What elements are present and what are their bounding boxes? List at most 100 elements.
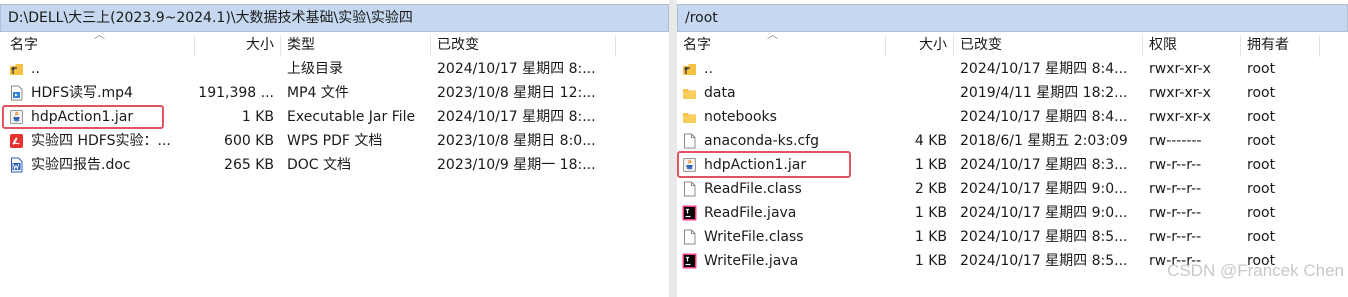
intellij-java-icon bbox=[682, 253, 697, 269]
file-owner: root bbox=[1247, 157, 1276, 173]
local-column-header: 名字 ︿ 大小 类型 已改变 bbox=[0, 29, 669, 57]
remote-file-pane: /root 名字 ︿ 大小 已改变 权限 拥有者 .. 2024/10/17 星期… bbox=[677, 0, 1348, 297]
file-size: 1 KB bbox=[914, 157, 947, 173]
file-owner: root bbox=[1247, 229, 1276, 245]
column-size-header[interactable]: 大小 bbox=[885, 33, 947, 57]
file-row[interactable]: data 2019/4/11 星期四 18:2... rwxr-xr-x root bbox=[677, 81, 1348, 105]
file-row[interactable]: anaconda-ks.cfg 4 KB 2018/6/1 星期五 2:03:09 r… bbox=[677, 129, 1348, 153]
file-modified: 2024/10/17 星期四 9:0... bbox=[960, 205, 1128, 221]
file-size: 191,398 ... bbox=[198, 85, 274, 101]
file-row[interactable]: .. 2024/10/17 星期四 8:4... rwxr-xr-x root bbox=[677, 57, 1348, 81]
highlight-box bbox=[677, 151, 851, 178]
file-permissions: rw------- bbox=[1149, 133, 1202, 149]
file-name: HDFS读写.mp4 bbox=[31, 85, 133, 101]
file-modified: 2024/10/17 星期四 8:4... bbox=[960, 61, 1128, 77]
word-doc-icon bbox=[9, 157, 24, 173]
file-row[interactable]: .. 上级目录 2024/10/17 星期四 8:... bbox=[0, 57, 669, 81]
column-modified-header[interactable]: 已改变 bbox=[960, 33, 1140, 57]
file-permissions: rw-r--r-- bbox=[1149, 157, 1202, 173]
file-owner: root bbox=[1247, 205, 1276, 221]
file-name: WriteFile.class bbox=[704, 229, 804, 245]
file-owner: root bbox=[1247, 181, 1276, 197]
file-size: 1 KB bbox=[914, 205, 947, 221]
file-size bbox=[885, 105, 947, 129]
file-permissions: rwxr-xr-x bbox=[1149, 85, 1211, 101]
sort-ascending-icon: ︿ bbox=[94, 28, 105, 41]
remote-column-header: 名字 ︿ 大小 已改变 权限 拥有者 bbox=[677, 29, 1348, 57]
file-modified: 2024/10/17 星期四 8:5... bbox=[960, 253, 1128, 269]
file-size: 1 KB bbox=[914, 253, 947, 269]
file-type: WPS PDF 文档 bbox=[287, 133, 383, 149]
pane-splitter[interactable] bbox=[669, 0, 677, 297]
file-name: 实验四 HDFS实验：... bbox=[31, 133, 171, 149]
file-size: 2 KB bbox=[914, 181, 947, 197]
file-row[interactable]: 实验四 HDFS实验：... 600 KB WPS PDF 文档 2023/10/8 … bbox=[0, 129, 669, 153]
file-name: .. bbox=[31, 61, 40, 77]
column-permissions-header[interactable]: 权限 bbox=[1149, 33, 1239, 57]
parent-folder-icon bbox=[682, 61, 697, 77]
file-name: WriteFile.java bbox=[704, 253, 799, 269]
file-row[interactable]: HDFS读写.mp4 191,398 ... MP4 文件 2023/10/8 星期日… bbox=[0, 81, 669, 105]
file-row[interactable]: WriteFile.class 1 KB 2024/10/17 星期四 8:5...… bbox=[677, 225, 1348, 249]
file-permissions: rw-r--r-- bbox=[1149, 205, 1202, 221]
file-permissions: rwxr-xr-x bbox=[1149, 61, 1211, 77]
file-size bbox=[885, 57, 947, 81]
file-modified: 2024/10/17 星期四 8:4... bbox=[960, 109, 1128, 125]
file-size bbox=[194, 57, 274, 81]
file-size: 4 KB bbox=[914, 133, 947, 149]
file-modified: 2023/10/9 星期一 18:... bbox=[437, 157, 596, 173]
file-modified: 2019/4/11 星期四 18:2... bbox=[960, 85, 1128, 101]
file-permissions: rw-r--r-- bbox=[1149, 181, 1202, 197]
file-size: 1 KB bbox=[914, 229, 947, 245]
file-row[interactable]: 实验四报告.doc 265 KB DOC 文档 2023/10/9 星期一 18:..… bbox=[0, 153, 669, 177]
file-owner: root bbox=[1247, 61, 1276, 77]
file-modified: 2024/10/17 星期四 8:3... bbox=[960, 157, 1128, 173]
file-name: ReadFile.class bbox=[704, 181, 802, 197]
file-owner: root bbox=[1247, 85, 1276, 101]
file-name: .. bbox=[704, 61, 713, 77]
folder-icon bbox=[682, 85, 697, 101]
file-type: Executable Jar File bbox=[287, 109, 416, 125]
file-icon bbox=[682, 181, 697, 197]
file-type: DOC 文档 bbox=[287, 157, 352, 173]
local-file-pane: D:\DELL\大三上(2023.9~2024.1)\大数据技术基础\实验\实验… bbox=[0, 0, 669, 297]
column-size-header[interactable]: 大小 bbox=[194, 33, 274, 57]
parent-folder-icon bbox=[9, 61, 24, 77]
file-size: 600 KB bbox=[224, 133, 274, 149]
file-row[interactable]: notebooks 2024/10/17 星期四 8:4... rwxr-xr-x r… bbox=[677, 105, 1348, 129]
file-type: MP4 文件 bbox=[287, 85, 349, 101]
file-row[interactable]: ReadFile.java 1 KB 2024/10/17 星期四 9:0... rw… bbox=[677, 201, 1348, 225]
file-size: 265 KB bbox=[224, 157, 274, 173]
file-modified: 2024/10/17 星期四 9:0... bbox=[960, 181, 1128, 197]
file-modified: 2024/10/17 星期四 8:... bbox=[437, 109, 596, 125]
file-modified: 2023/10/8 星期日 12:... bbox=[437, 85, 596, 101]
file-owner: root bbox=[1247, 109, 1276, 125]
intellij-java-icon bbox=[682, 205, 697, 221]
file-name: 实验四报告.doc bbox=[31, 157, 131, 173]
file-size: 1 KB bbox=[241, 109, 274, 125]
sort-ascending-icon: ︿ bbox=[767, 28, 778, 41]
column-name-header[interactable]: 名字 bbox=[683, 33, 883, 57]
file-modified: 2024/10/17 星期四 8:5... bbox=[960, 229, 1128, 245]
file-modified: 2023/10/8 星期日 8:0... bbox=[437, 133, 596, 149]
column-owner-header[interactable]: 拥有者 bbox=[1247, 33, 1327, 57]
file-owner: root bbox=[1247, 133, 1276, 149]
folder-icon bbox=[682, 109, 697, 125]
pdf-file-icon bbox=[9, 133, 24, 149]
watermark: CSDN @Francek Chen bbox=[1167, 261, 1344, 280]
file-size bbox=[885, 81, 947, 105]
file-permissions: rwxr-xr-x bbox=[1149, 109, 1211, 125]
file-icon bbox=[682, 229, 697, 245]
file-icon bbox=[682, 133, 697, 149]
file-type: 上级目录 bbox=[287, 61, 343, 77]
column-modified-header[interactable]: 已改变 bbox=[437, 33, 607, 57]
column-type-header[interactable]: 类型 bbox=[287, 33, 427, 57]
file-name: data bbox=[704, 85, 736, 101]
video-file-icon bbox=[9, 85, 24, 101]
file-modified: 2018/6/1 星期五 2:03:09 bbox=[960, 133, 1128, 149]
file-permissions: rw-r--r-- bbox=[1149, 229, 1202, 245]
file-row[interactable]: ReadFile.class 2 KB 2024/10/17 星期四 9:0... r… bbox=[677, 177, 1348, 201]
file-name: notebooks bbox=[704, 109, 777, 125]
highlight-box bbox=[2, 105, 164, 129]
file-modified: 2024/10/17 星期四 8:... bbox=[437, 61, 596, 77]
